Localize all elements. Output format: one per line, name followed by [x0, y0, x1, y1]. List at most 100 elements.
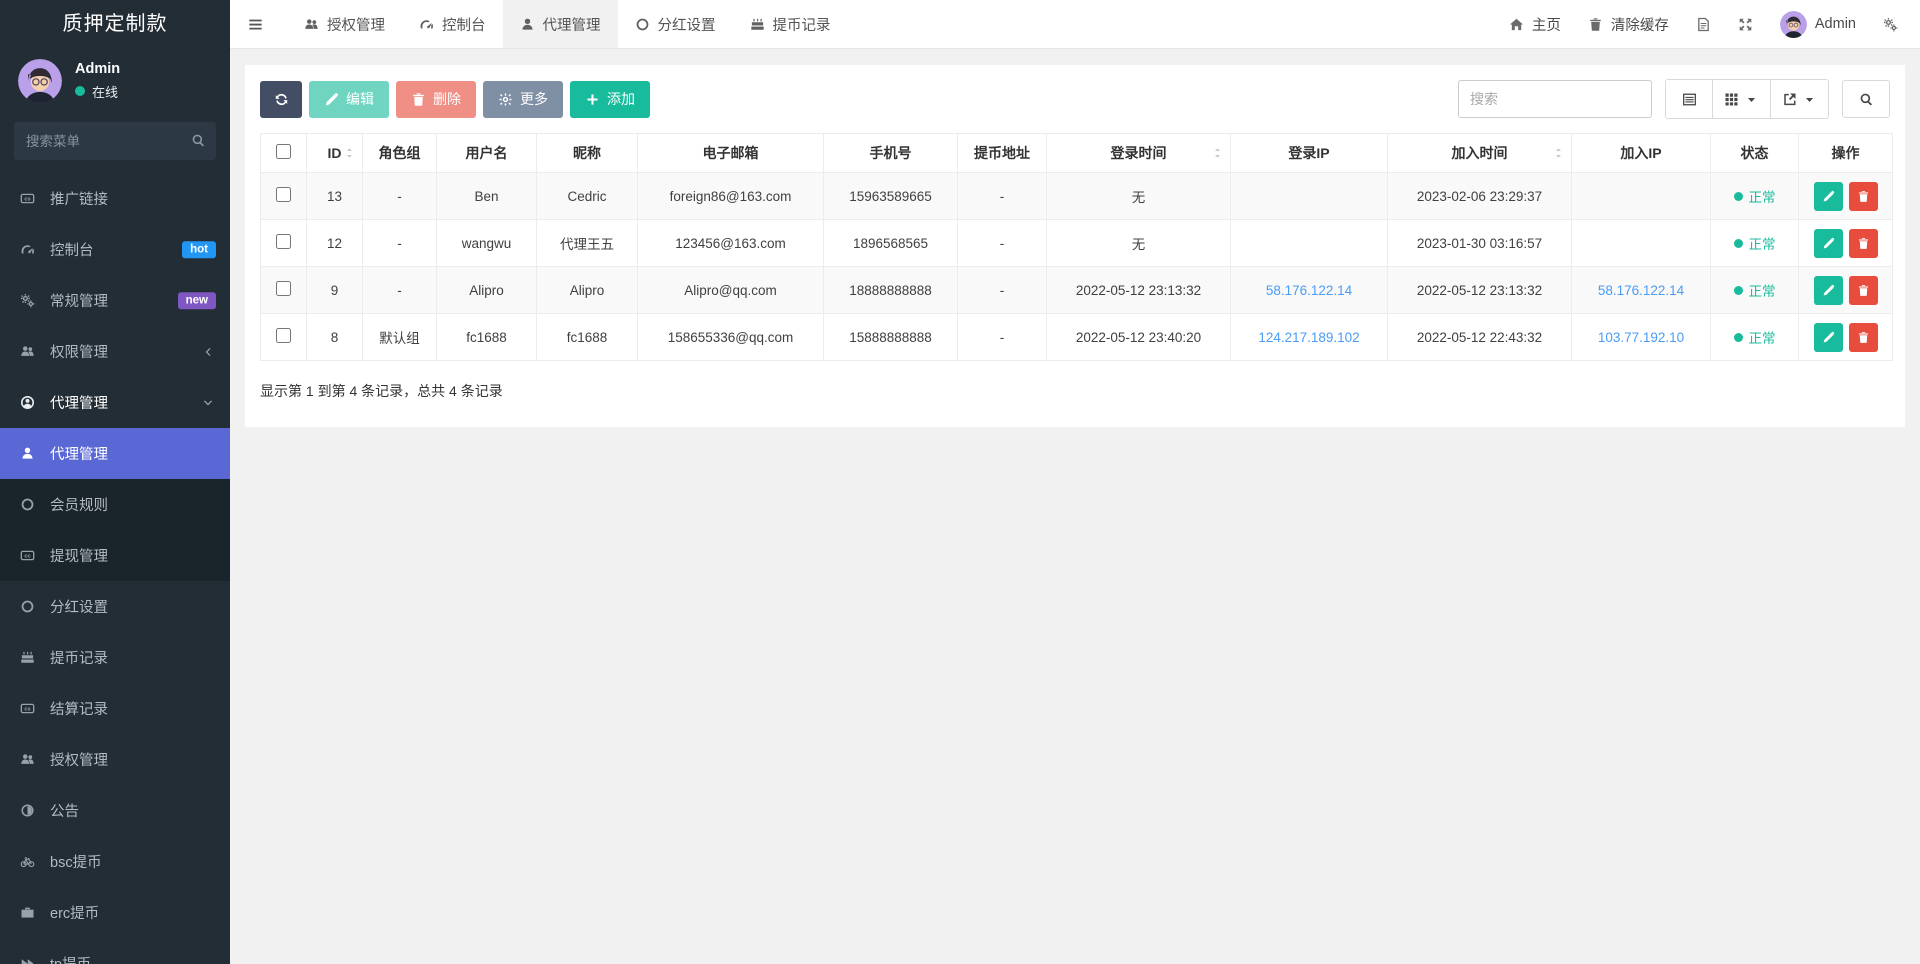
sidebar-item-label: bsc提币: [50, 851, 102, 872]
tab-0[interactable]: 授权管理: [287, 0, 402, 48]
column-header-1[interactable]: ID: [307, 134, 363, 173]
row-checkbox[interactable]: [276, 281, 291, 296]
column-label: 登录时间: [1111, 145, 1167, 161]
export-button[interactable]: [1770, 80, 1828, 118]
cell-join_ip: [1572, 220, 1711, 267]
user-menu[interactable]: Admin: [1780, 11, 1856, 38]
delete-row-button[interactable]: [1849, 182, 1878, 211]
cell-operations: [1799, 267, 1893, 314]
cell-username: wangwu: [437, 220, 537, 267]
tab-2[interactable]: 代理管理: [503, 0, 618, 48]
menu-toggle-icon[interactable]: [230, 0, 281, 48]
sidebar-item-15[interactable]: tp提币: [0, 938, 230, 964]
settings-button[interactable]: [1883, 17, 1898, 32]
table-row: 13-BenCedricforeign86@163.com15963589665…: [261, 173, 1893, 220]
more-button[interactable]: 更多: [483, 81, 563, 118]
sidebar-item-3[interactable]: 权限管理: [0, 326, 230, 377]
cell-join_time: 2022-05-12 22:43:32: [1388, 314, 1572, 361]
sidebar-item-4[interactable]: 代理管理: [0, 377, 230, 428]
sidebar-item-9[interactable]: 提币记录: [0, 632, 230, 683]
edit-row-button[interactable]: [1814, 229, 1843, 258]
column-label: 加入时间: [1452, 145, 1508, 161]
sidebar-item-13[interactable]: bsc提币: [0, 836, 230, 887]
refresh-button[interactable]: [260, 81, 302, 118]
column-header-6: 手机号: [824, 134, 958, 173]
cell-phone: 15963589665: [824, 173, 958, 220]
sidebar-item-label: 结算记录: [50, 698, 108, 719]
column-header-8[interactable]: 登录时间: [1047, 134, 1231, 173]
sidebar-item-11[interactable]: 授权管理: [0, 734, 230, 785]
column-label: 加入IP: [1620, 145, 1661, 161]
toggle-view-button[interactable]: [1666, 80, 1712, 118]
edit-row-button[interactable]: [1814, 323, 1843, 352]
row-checkbox[interactable]: [276, 234, 291, 249]
sidebar-search: [14, 122, 216, 160]
table-search-input[interactable]: [1458, 80, 1652, 118]
cell-join_ip[interactable]: 58.176.122.14: [1572, 267, 1711, 314]
cell-id: 9: [307, 267, 363, 314]
trash-icon: [1857, 331, 1870, 344]
chevron-down-icon: [202, 397, 214, 409]
cell-join_ip[interactable]: 103.77.192.10: [1572, 314, 1711, 361]
tab-4[interactable]: 提币记录: [733, 0, 848, 48]
cell-address: -: [958, 220, 1047, 267]
pencil-icon: [324, 92, 339, 107]
language-icon: [1696, 17, 1711, 32]
cell-operations: [1799, 173, 1893, 220]
edit-row-button[interactable]: [1814, 182, 1843, 211]
delete-row-button[interactable]: [1849, 229, 1878, 258]
cell-nickname: fc1688: [537, 314, 638, 361]
add-button[interactable]: 添加: [570, 81, 650, 118]
sidebar-item-0[interactable]: cs推广链接: [0, 173, 230, 224]
status-badge: 正常: [1734, 327, 1776, 347]
search-icon: [1859, 92, 1874, 107]
sidebar-item-2[interactable]: 常规管理new: [0, 275, 230, 326]
search-button[interactable]: [1842, 80, 1890, 118]
cell-id: 13: [307, 173, 363, 220]
columns-button[interactable]: [1712, 80, 1770, 118]
status-dot: [1734, 239, 1743, 248]
pencil-icon: [1822, 190, 1835, 203]
sidebar-item-5[interactable]: 代理管理: [0, 428, 230, 479]
row-checkbox[interactable]: [276, 187, 291, 202]
language-button[interactable]: [1696, 17, 1711, 32]
delete-row-button[interactable]: [1849, 323, 1878, 352]
sidebar-item-1[interactable]: 控制台hot: [0, 224, 230, 275]
tab-3[interactable]: 分红设置: [618, 0, 733, 48]
sidebar-item-8[interactable]: 分红设置: [0, 581, 230, 632]
delete-button[interactable]: 删除: [396, 81, 476, 118]
edit-row-button[interactable]: [1814, 276, 1843, 305]
sidebar-item-7[interactable]: cc提现管理: [0, 530, 230, 581]
sort-icon: [1552, 147, 1565, 160]
button-label: 添加: [607, 89, 635, 109]
clear-cache-label: 清除缓存: [1611, 14, 1669, 35]
topbar-tabs: 授权管理控制台代理管理分红设置提币记录: [287, 0, 848, 48]
row-checkbox[interactable]: [276, 328, 291, 343]
edit-button[interactable]: 编辑: [309, 81, 389, 118]
sidebar-item-14[interactable]: erc提币: [0, 887, 230, 938]
user-panel: Admin 在线: [0, 49, 230, 110]
cell-address: -: [958, 314, 1047, 361]
cell-login_ip[interactable]: 58.176.122.14: [1231, 267, 1388, 314]
cell-login_ip[interactable]: 124.217.189.102: [1231, 314, 1388, 361]
sidebar-item-10[interactable]: cs结算记录: [0, 683, 230, 734]
fullscreen-button[interactable]: [1738, 17, 1753, 32]
cell-email: 123456@163.com: [638, 220, 824, 267]
gears-icon: [18, 293, 37, 308]
sidebar-item-12[interactable]: 公告: [0, 785, 230, 836]
tab-1[interactable]: 控制台: [402, 0, 503, 48]
sidebar-search-input[interactable]: [14, 122, 216, 160]
column-header-10[interactable]: 加入时间: [1388, 134, 1572, 173]
cell-group: -: [363, 267, 437, 314]
sort-icon: [343, 147, 356, 160]
cell-status: 正常: [1711, 267, 1799, 314]
column-label: ID: [328, 145, 342, 161]
sidebar-item-6[interactable]: 会员规则: [0, 479, 230, 530]
pencil-icon: [1822, 237, 1835, 250]
sidebar: 质押定制款 Admin 在线 cs推广链接控制台hot常规管理new权限管理代理…: [0, 0, 230, 964]
home-link[interactable]: 主页: [1509, 14, 1561, 35]
clear-cache-link[interactable]: 清除缓存: [1588, 14, 1669, 35]
column-header-12: 状态: [1711, 134, 1799, 173]
delete-row-button[interactable]: [1849, 276, 1878, 305]
select-all-checkbox[interactable]: [276, 144, 291, 159]
